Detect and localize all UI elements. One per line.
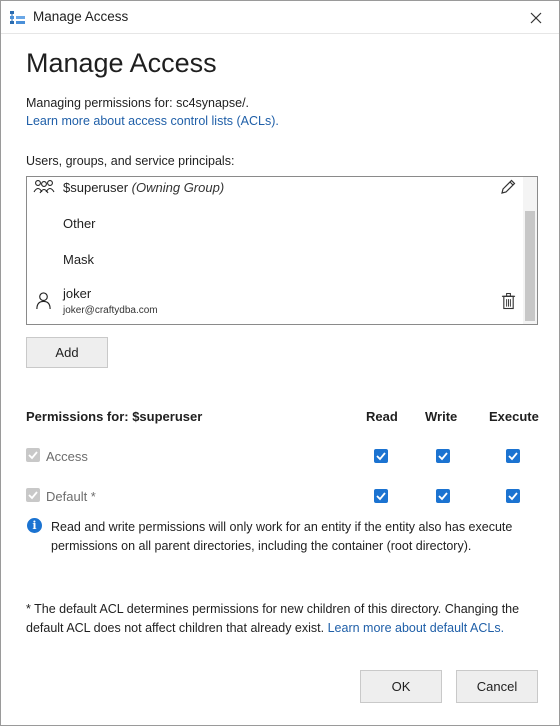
default-read-checkbox[interactable] xyxy=(374,489,388,503)
principals-label: Users, groups, and service principals: xyxy=(26,154,235,168)
learn-more-default-acl-link[interactable]: Learn more about default ACLs. xyxy=(328,621,505,635)
storage-explorer-icon xyxy=(10,11,25,24)
access-enabled-checkbox[interactable] xyxy=(26,448,40,462)
default-write-checkbox[interactable] xyxy=(436,489,450,503)
title-bar: Manage Access xyxy=(1,1,559,34)
default-label: Default * xyxy=(46,489,96,504)
user-icon xyxy=(36,292,51,310)
manage-access-dialog: Manage Access Manage Access Managing per… xyxy=(0,0,560,726)
list-scrollbar[interactable] xyxy=(523,177,537,324)
check-icon xyxy=(508,492,518,501)
window-title: Manage Access xyxy=(33,9,129,24)
principal-name: Other xyxy=(63,216,96,231)
check-icon xyxy=(28,451,38,460)
access-write-checkbox[interactable] xyxy=(436,449,450,463)
default-execute-checkbox[interactable] xyxy=(506,489,520,503)
group-icon xyxy=(33,180,55,194)
check-icon xyxy=(438,492,448,501)
access-read-checkbox[interactable] xyxy=(374,449,388,463)
list-item-joker[interactable]: joker joker@craftydba.com xyxy=(27,283,521,323)
access-execute-checkbox[interactable] xyxy=(506,449,520,463)
trash-icon[interactable] xyxy=(501,292,516,310)
edit-icon[interactable] xyxy=(499,178,517,196)
check-icon xyxy=(376,492,386,501)
info-message: Read and write permissions will only wor… xyxy=(51,520,513,553)
permissions-header: Permissions for: $superuser xyxy=(26,409,203,424)
principals-list[interactable]: $superuser (Owning Group) Other Mask jok… xyxy=(26,176,538,325)
access-label: Access xyxy=(46,449,88,464)
scrollbar-thumb[interactable] xyxy=(525,211,535,321)
check-icon xyxy=(508,452,518,461)
principal-name: joker xyxy=(63,286,92,301)
list-item-other[interactable]: Other xyxy=(27,213,521,235)
column-read: Read xyxy=(366,409,398,424)
cancel-button[interactable]: Cancel xyxy=(456,670,538,703)
check-icon xyxy=(438,452,448,461)
principal-name: Mask xyxy=(63,252,95,267)
close-icon[interactable] xyxy=(525,7,547,29)
principal-name: $superuser xyxy=(63,180,129,195)
default-acl-footnote: * The default ACL determines permissions… xyxy=(26,600,541,638)
page-title: Manage Access xyxy=(26,48,217,78)
learn-more-acl-link[interactable]: Learn more about access control lists (A… xyxy=(26,114,279,128)
info-icon: i xyxy=(27,518,42,533)
add-button[interactable]: Add xyxy=(26,337,108,368)
principal-email: joker@craftydba.com xyxy=(63,305,158,316)
list-item-superuser[interactable]: $superuser (Owning Group) xyxy=(27,177,521,199)
check-icon xyxy=(28,491,38,500)
ok-button[interactable]: OK xyxy=(360,670,442,703)
managing-path-text: Managing permissions for: sc4synapse/. xyxy=(26,96,250,110)
check-icon xyxy=(376,452,386,461)
principal-role: (Owning Group) xyxy=(131,180,225,195)
default-enabled-checkbox[interactable] xyxy=(26,488,40,502)
column-write: Write xyxy=(425,409,458,424)
list-item-mask[interactable]: Mask xyxy=(27,249,521,271)
column-execute: Execute xyxy=(489,409,539,424)
